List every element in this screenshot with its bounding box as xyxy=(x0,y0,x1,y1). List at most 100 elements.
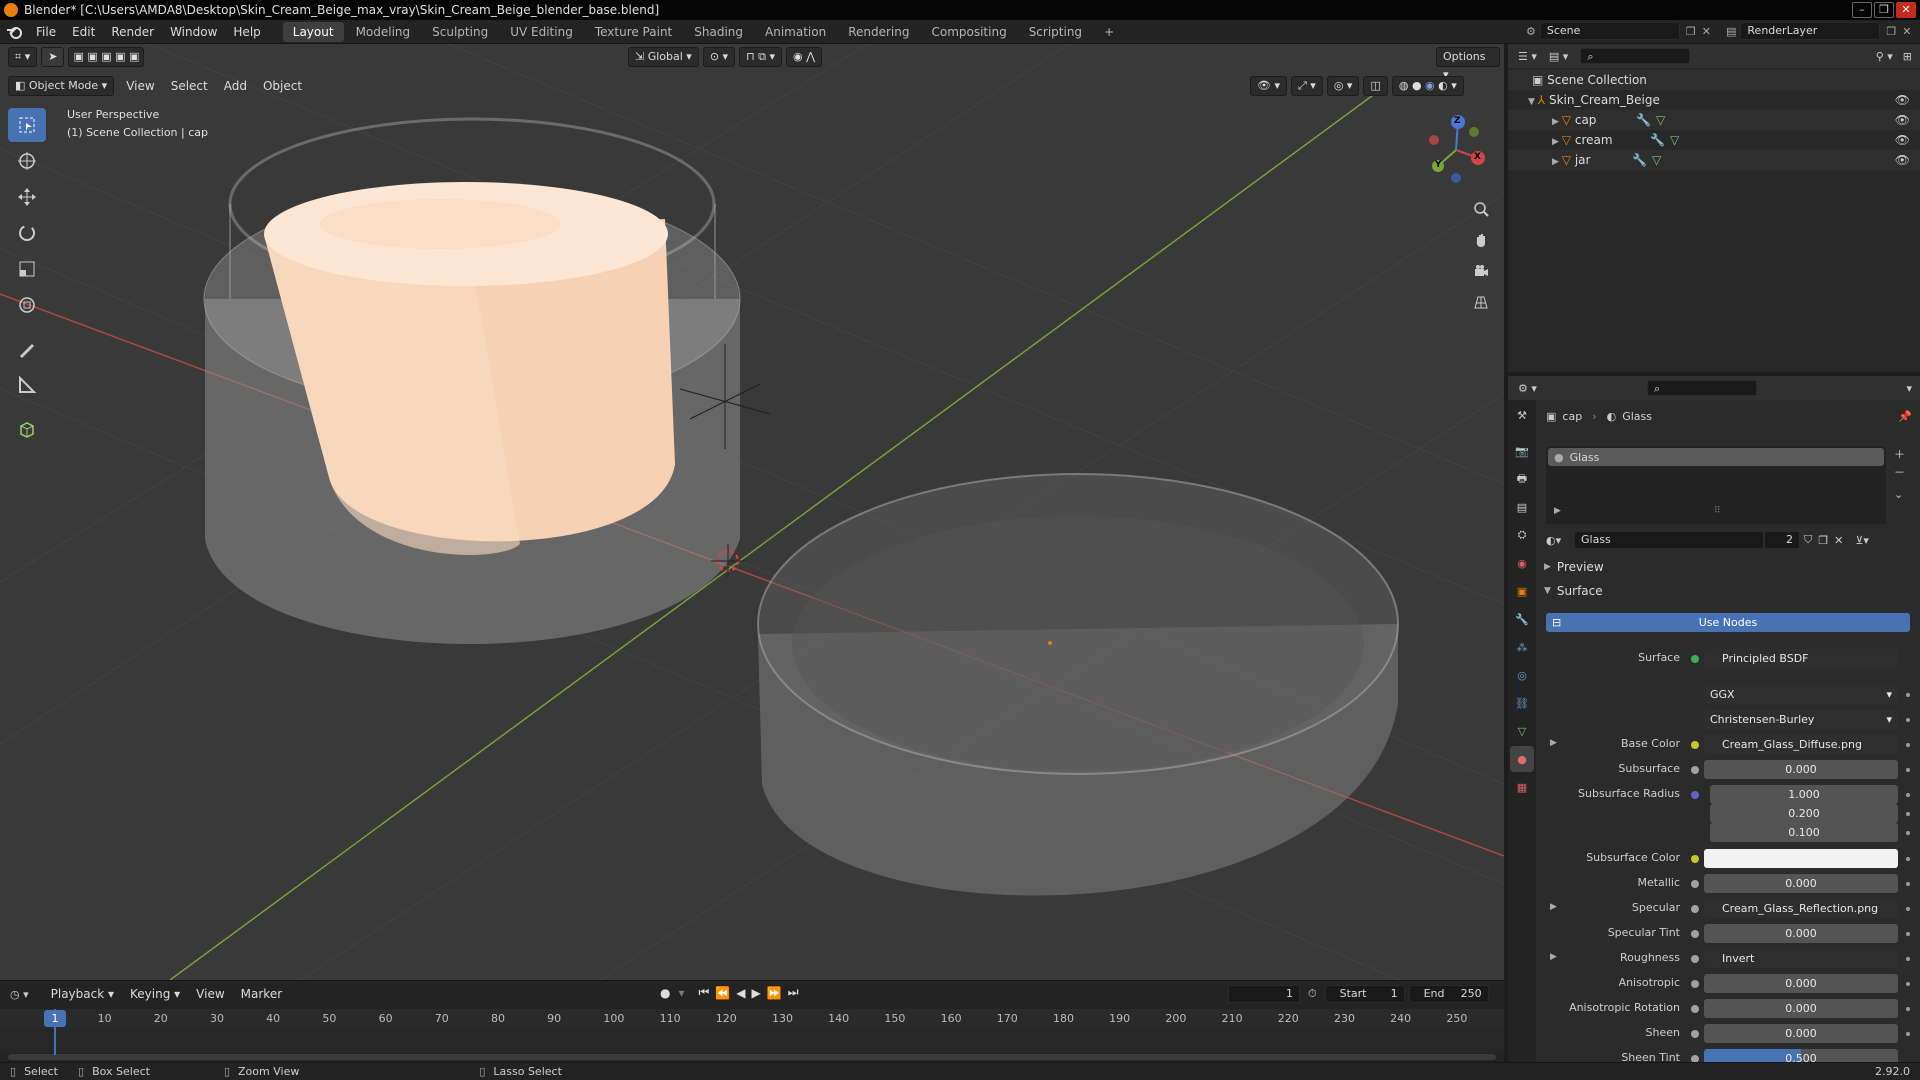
outliner-row-jar[interactable]: ▶ ▽ jar 🔧 ▽ 👁 xyxy=(1508,150,1920,170)
keyframe-dot[interactable] xyxy=(1906,743,1910,747)
start-frame-field[interactable]: Start 1 xyxy=(1324,985,1405,1003)
close-icon[interactable]: ✕ xyxy=(1896,2,1916,18)
timeline-editor-icon[interactable]: ◷ ▾ xyxy=(10,988,29,1001)
data-tab-icon[interactable]: ▽ xyxy=(1510,718,1534,744)
minimize-icon[interactable]: – xyxy=(1852,2,1872,18)
color-socket-icon[interactable] xyxy=(1691,855,1699,863)
value-socket-icon[interactable] xyxy=(1691,1055,1699,1062)
menu-window[interactable]: Window xyxy=(162,20,225,44)
expand-arrow-icon[interactable]: ▶ xyxy=(1550,738,1557,748)
keyframe-dot[interactable] xyxy=(1906,932,1910,936)
expand-arrow-icon[interactable]: ▶ xyxy=(1554,506,1561,516)
specular-texture[interactable]: Cream_Glass_Reflection.png xyxy=(1704,899,1898,918)
filter-icon[interactable]: ⚲ ▾ xyxy=(1876,50,1893,63)
mode-dropdown[interactable]: ◧ Object Mode ▾ xyxy=(8,76,115,96)
camera-view-icon[interactable] xyxy=(1467,257,1495,285)
expand-arrow-icon[interactable]: ▶ xyxy=(1552,117,1562,127)
expand-arrow-icon[interactable]: ▶ xyxy=(1550,952,1557,962)
vector-socket-icon[interactable] xyxy=(1691,791,1699,799)
snap-icon[interactable]: ⊓ ⧉ ▾ xyxy=(739,47,783,67)
play-reverse-icon[interactable]: ◀ xyxy=(736,986,745,1000)
tab-rendering[interactable]: Rendering xyxy=(838,22,919,42)
outliner-row-scene-collection[interactable]: ▣ Scene Collection xyxy=(1508,70,1920,90)
menu-render[interactable]: Render xyxy=(103,20,162,44)
gizmo-toggle-icon[interactable]: ⤢ ▾ xyxy=(1290,76,1323,96)
jump-start-icon[interactable]: ⏮ xyxy=(699,985,710,1000)
add-workspace-button[interactable]: + xyxy=(1094,22,1124,42)
clock-icon[interactable]: ⏱ xyxy=(1308,987,1317,1001)
new-scene-icon[interactable]: ❐ xyxy=(1686,25,1696,38)
keyframe-dot[interactable] xyxy=(1906,957,1910,961)
tab-layout[interactable]: Layout xyxy=(282,21,344,42)
menu-help[interactable]: Help xyxy=(225,20,268,44)
maximize-icon[interactable]: ❐ xyxy=(1874,2,1894,18)
playhead-frame-label[interactable]: 1 xyxy=(44,1010,66,1027)
keyframe-dot[interactable] xyxy=(1906,907,1910,911)
pivot-point-icon[interactable]: ⊙ ▾ xyxy=(702,47,736,67)
preview-panel-header[interactable]: ▶ Preview xyxy=(1544,560,1604,574)
options-dropdown[interactable]: Options ▾ xyxy=(1436,47,1500,81)
distribution-dropdown[interactable]: GGX ▾ xyxy=(1704,685,1898,704)
timeline-marker-menu[interactable]: Marker xyxy=(233,987,290,1001)
shader-socket-icon[interactable] xyxy=(1691,655,1699,663)
timeline-ruler[interactable]: 10 20 30 40 50 60 70 80 90 100 110 120 130 140 150 160 1… xyxy=(0,1009,1504,1029)
subsurface-radius-z[interactable]: 0.100 xyxy=(1710,823,1898,842)
navigation-gizmo[interactable]: X Z Y xyxy=(1418,112,1494,188)
keyframe-dot[interactable] xyxy=(1906,768,1910,772)
zoom-icon[interactable] xyxy=(1467,195,1495,223)
select-box-tool-icon[interactable] xyxy=(8,108,46,142)
value-socket-icon[interactable] xyxy=(1691,1030,1699,1038)
outliner-search-input[interactable]: ⌕ xyxy=(1580,48,1691,64)
overlay-toggle-icon[interactable]: ◎ ▾ xyxy=(1326,76,1360,96)
blender-menu-icon[interactable] xyxy=(0,25,28,39)
record-icon[interactable]: ● xyxy=(660,986,670,1000)
object-tab-icon[interactable]: ▣ xyxy=(1510,578,1534,604)
keyframe-dot[interactable] xyxy=(1906,793,1910,797)
move-tool-icon[interactable] xyxy=(8,180,46,214)
outliner-row-cream[interactable]: ▶ ▽ cream 🔧 ▽ 👁 xyxy=(1508,130,1920,150)
particles-tab-icon[interactable]: ⁂ xyxy=(1510,634,1534,660)
view-layer-tab-icon[interactable]: ▤ xyxy=(1510,494,1534,520)
constraints-tab-icon[interactable]: ⛓ xyxy=(1510,690,1534,716)
keyframe-dot[interactable] xyxy=(1906,693,1910,697)
material-name-field[interactable]: Glass xyxy=(1574,531,1764,549)
perspective-toggle-icon[interactable] xyxy=(1467,288,1495,316)
tab-uv-editing[interactable]: UV Editing xyxy=(500,22,583,42)
value-socket-icon[interactable] xyxy=(1691,955,1699,963)
texture-tab-icon[interactable]: ▦ xyxy=(1510,774,1534,800)
render-layer-selector[interactable]: RenderLayer xyxy=(1740,22,1881,40)
pan-hand-icon[interactable] xyxy=(1467,226,1495,254)
timeline-playback-menu[interactable]: Playback ▾ xyxy=(43,987,122,1001)
base-color-texture[interactable]: Cream_Glass_Diffuse.png xyxy=(1704,735,1898,754)
modifier-wrench-icon[interactable]: 🔧 xyxy=(1632,150,1647,170)
keyframe-dot[interactable] xyxy=(1906,718,1910,722)
keyframe-dot[interactable] xyxy=(1906,1032,1910,1036)
visibility-eye-icon[interactable]: 👁 xyxy=(1895,110,1910,130)
tab-shading[interactable]: Shading xyxy=(684,22,753,42)
add-slot-icon[interactable]: ＋ xyxy=(1894,446,1905,464)
properties-options-icon[interactable]: ▾ xyxy=(1906,382,1912,395)
outliner-editor-icon[interactable]: ☰ ▾ xyxy=(1518,50,1537,63)
material-tab-icon[interactable]: ● xyxy=(1510,746,1534,772)
expand-arrow-icon[interactable]: ▼ xyxy=(1528,97,1538,107)
sheen-field[interactable]: 0.000 xyxy=(1704,1024,1898,1043)
visibility-icon[interactable]: 👁 ▾ xyxy=(1250,76,1287,96)
sheen-tint-field[interactable]: 0.500 xyxy=(1704,1049,1898,1062)
cursor-tool-icon[interactable] xyxy=(8,144,46,178)
resize-handle-icon[interactable]: ⠿ xyxy=(1714,506,1721,516)
surface-shader-field[interactable]: Principled BSDF xyxy=(1704,649,1898,668)
unlink-material-icon[interactable]: ✕ xyxy=(1834,534,1843,547)
link-type-icon[interactable]: ⊻▾ xyxy=(1855,534,1869,547)
expand-arrow-icon[interactable]: ▶ xyxy=(1550,902,1557,912)
keyframe-dot[interactable] xyxy=(1906,831,1910,835)
menu-view[interactable]: View xyxy=(118,79,162,93)
subsurface-color-swatch[interactable] xyxy=(1704,849,1898,868)
subsurface-method-dropdown[interactable]: Christensen-Burley ▾ xyxy=(1704,710,1898,729)
mesh-data-icon[interactable]: ▽ xyxy=(1670,130,1679,150)
play-icon[interactable]: ▶ xyxy=(752,986,761,1000)
timeline-scrollbar[interactable] xyxy=(8,1054,1496,1060)
scene-selector[interactable]: Scene xyxy=(1539,22,1680,40)
tab-scripting[interactable]: Scripting xyxy=(1019,22,1092,42)
auto-key-options-icon[interactable]: ▾ xyxy=(678,986,684,1000)
scene-icon[interactable]: ⚙ xyxy=(1526,25,1536,38)
